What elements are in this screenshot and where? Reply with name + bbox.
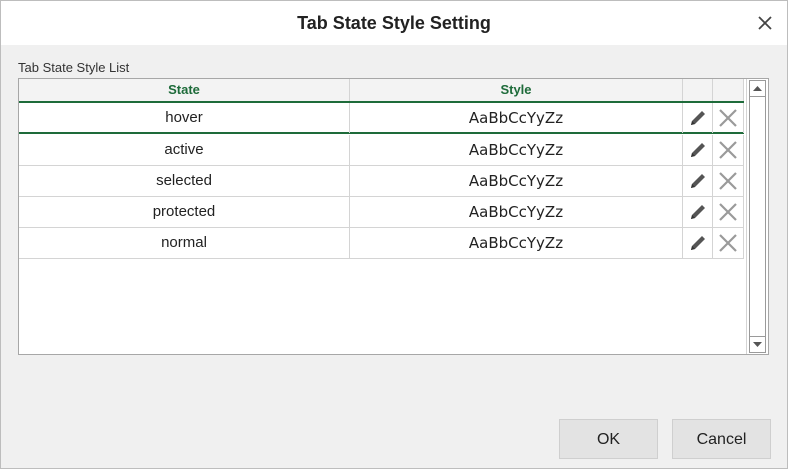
state-cell: selected <box>19 166 350 196</box>
edit-button[interactable] <box>683 135 713 165</box>
style-preview-cell: AaBbCcYyZz <box>350 135 683 165</box>
delete-x-icon <box>719 203 737 221</box>
pencil-icon <box>691 111 705 125</box>
ok-button[interactable]: OK <box>559 419 658 459</box>
style-list-grid: State Style hover AaBbCcYyZz active AaBb… <box>18 78 769 355</box>
delete-button[interactable] <box>713 166 744 196</box>
table-row[interactable]: protected AaBbCcYyZz <box>19 197 744 228</box>
table-row[interactable]: hover AaBbCcYyZz <box>19 103 744 134</box>
close-icon <box>758 16 772 30</box>
table-row[interactable]: active AaBbCcYyZz <box>19 135 744 166</box>
edit-button[interactable] <box>683 166 713 196</box>
style-preview-cell: AaBbCcYyZz <box>350 166 683 196</box>
style-preview-cell: AaBbCcYyZz <box>350 197 683 227</box>
delete-x-icon <box>719 141 737 159</box>
delete-button[interactable] <box>713 197 744 227</box>
edit-button[interactable] <box>683 228 713 258</box>
arrow-up-icon <box>753 86 762 91</box>
edit-button[interactable] <box>683 103 713 133</box>
delete-x-icon <box>719 234 737 252</box>
tab-state-style-dialog: Tab State Style Setting Tab State Style … <box>0 0 788 469</box>
scroll-down-button[interactable] <box>749 336 766 353</box>
delete-button[interactable] <box>713 103 744 133</box>
delete-x-icon <box>719 109 737 127</box>
state-cell: active <box>19 135 350 165</box>
state-cell: normal <box>19 228 350 258</box>
style-preview-cell: AaBbCcYyZz <box>350 103 683 133</box>
scroll-up-button[interactable] <box>749 80 766 97</box>
column-header-style[interactable]: Style <box>350 79 683 101</box>
pencil-icon <box>691 143 705 157</box>
column-header-state[interactable]: State <box>19 79 350 101</box>
state-cell: hover <box>19 103 350 133</box>
vertical-scrollbar[interactable] <box>746 79 768 354</box>
scroll-track[interactable] <box>749 97 766 336</box>
pencil-icon <box>691 236 705 250</box>
arrow-down-icon <box>753 342 762 347</box>
list-label: Tab State Style List <box>18 60 130 75</box>
pencil-icon <box>691 205 705 219</box>
close-button[interactable] <box>753 11 777 35</box>
table-row[interactable]: selected AaBbCcYyZz <box>19 166 744 197</box>
delete-button[interactable] <box>713 228 744 258</box>
grid-header: State Style <box>19 79 744 103</box>
delete-button[interactable] <box>713 135 744 165</box>
title-bar: Tab State Style Setting <box>1 1 787 45</box>
table-row[interactable]: normal AaBbCcYyZz <box>19 228 744 259</box>
column-header-delete <box>713 79 744 101</box>
delete-x-icon <box>719 172 737 190</box>
edit-button[interactable] <box>683 197 713 227</box>
cancel-button[interactable]: Cancel <box>672 419 771 459</box>
pencil-icon <box>691 174 705 188</box>
column-header-edit <box>683 79 713 101</box>
state-cell: protected <box>19 197 350 227</box>
dialog-title: Tab State Style Setting <box>297 13 491 33</box>
style-preview-cell: AaBbCcYyZz <box>350 228 683 258</box>
